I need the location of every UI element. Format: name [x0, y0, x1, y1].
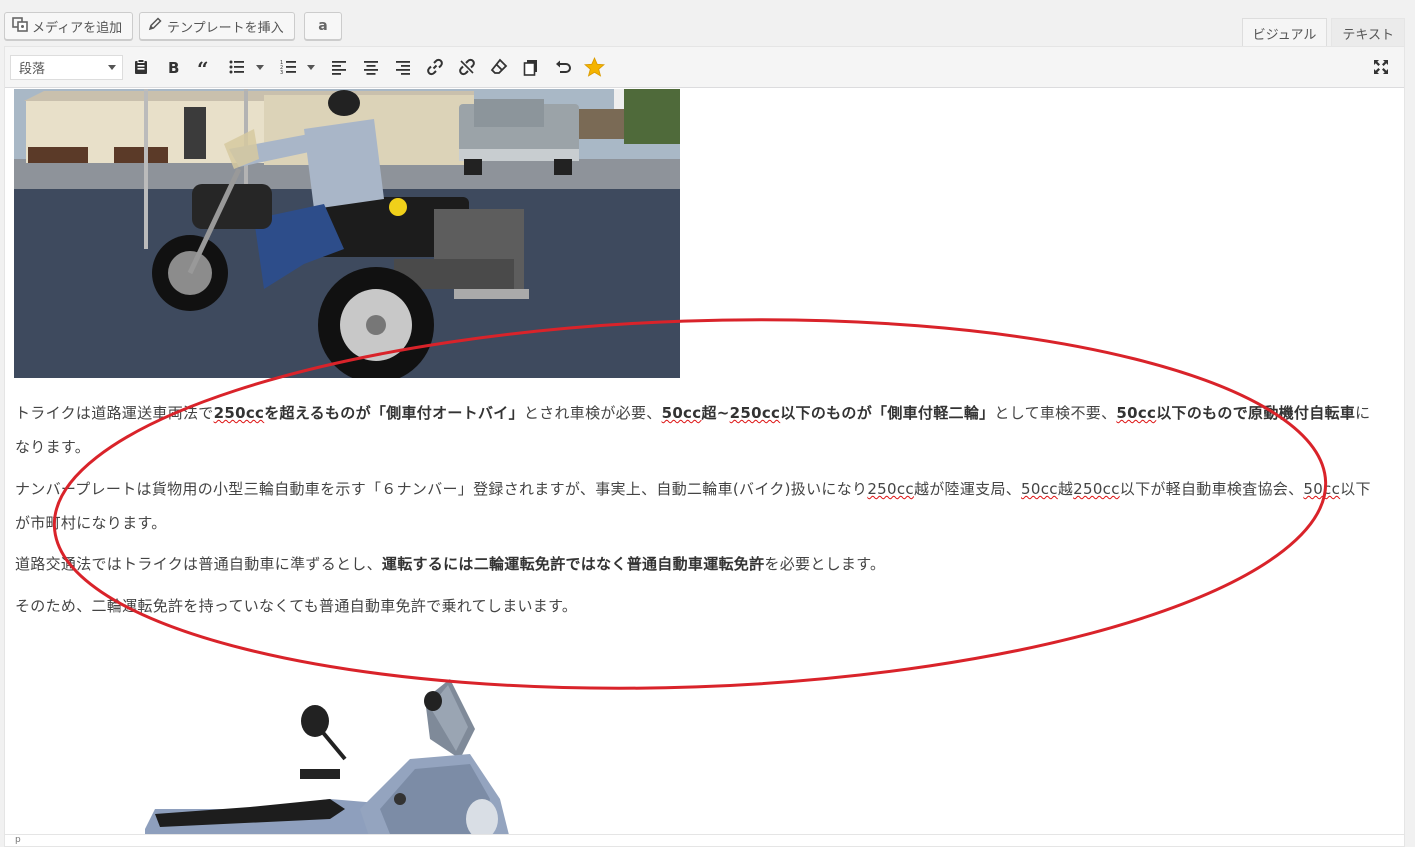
editor-tabs: ビジュアル テキスト — [1241, 18, 1405, 47]
p3-text-1: 道路交通法ではトライクは普通自動車に準ずるとし、 — [15, 555, 382, 573]
p1-bold-5: 250cc — [729, 404, 781, 422]
align-left-icon[interactable] — [329, 57, 349, 77]
p2-spell-2: 50cc — [1021, 480, 1058, 498]
editor-toolbar: 段落 B “ 123 — [5, 47, 1404, 88]
star-icon[interactable] — [583, 56, 605, 78]
scooter-photo — [130, 659, 530, 835]
numbered-list-dropdown-icon[interactable] — [307, 65, 315, 70]
editor-frame: 段落 B “ 123 トライクは道路運送車両法で250ccを超えるものが「側車付… — [4, 46, 1405, 847]
p3-text-2: を必要とします。 — [764, 555, 886, 573]
insert-template-button[interactable]: テンプレートを挿入 — [139, 12, 295, 40]
p2-spell-1: 250cc — [867, 480, 914, 498]
p2-text-3: 越 — [1057, 480, 1074, 498]
fullscreen-icon[interactable] — [1371, 57, 1391, 77]
paragraph-3[interactable]: 道路交通法ではトライクは普通自動車に準ずるとし、運転するには二輪運転免許ではなく… — [15, 547, 1385, 581]
numbered-list-icon[interactable]: 123 — [279, 57, 299, 77]
paragraph-4[interactable]: そのため、二輪運転免許を持っていなくても普通自動車免許で乗れてしまいます。 — [15, 589, 1385, 623]
p3-bold-1: 運転するには二輪運転免許ではなく普通自動車運転免許 — [381, 555, 765, 573]
p2-text-4: 以下が軽自動車検査協会、 — [1119, 480, 1304, 498]
bullet-list-dropdown-icon[interactable] — [256, 65, 264, 70]
svg-text:3: 3 — [280, 70, 283, 76]
p1-text-3: として車検不要、 — [994, 404, 1117, 422]
bold-icon[interactable]: B — [163, 57, 183, 77]
eraser-icon[interactable] — [489, 57, 509, 77]
format-select-value: 段落 — [19, 62, 46, 77]
svg-text:B: B — [168, 59, 179, 76]
format-select[interactable]: 段落 — [10, 55, 123, 80]
paste-icon[interactable] — [131, 57, 151, 77]
align-right-icon[interactable] — [393, 57, 413, 77]
amazon-button[interactable]: a — [304, 12, 342, 40]
tab-visual[interactable]: ビジュアル — [1241, 18, 1328, 47]
trike-photo — [14, 89, 680, 378]
p1-bold-1: 250cc — [213, 404, 265, 422]
editor-statusbar: p — [5, 834, 1404, 846]
p1-bold-3: 50cc — [661, 404, 702, 422]
p1-text-1: トライクは道路運送車両法で — [15, 404, 214, 422]
media-icon — [12, 16, 28, 36]
svg-text:“: “ — [197, 58, 209, 76]
p2-spell-3: 250cc — [1073, 480, 1120, 498]
p1-text-2: とされ車検が必要、 — [523, 404, 662, 422]
p1-bold-8: 以下のもので原動機付自転車 — [1156, 404, 1356, 422]
chevron-down-icon — [108, 65, 116, 70]
unlink-icon[interactable] — [457, 57, 477, 77]
p2-text-1: ナンバープレートは貨物用の小型三輪自動車を示す「６ナンバー」登録されますが、事実… — [15, 480, 868, 498]
insert-template-label: テンプレートを挿入 — [167, 20, 284, 36]
add-media-label: メディアを追加 — [32, 20, 123, 36]
paragraph-2[interactable]: ナンバープレートは貨物用の小型三輪自動車を示す「６ナンバー」登録されますが、事実… — [15, 472, 1385, 540]
p2-spell-4: 50cc — [1303, 480, 1341, 498]
media-buttons-row: メディアを追加 テンプレートを挿入 a ビジュアル テキスト — [0, 0, 1415, 47]
link-icon[interactable] — [425, 57, 445, 77]
blockquote-icon[interactable]: “ — [195, 57, 215, 77]
paragraph-1[interactable]: トライクは道路運送車両法で250ccを超えるものが「側車付オートバイ」とされ車検… — [15, 396, 1385, 464]
align-center-icon[interactable] — [361, 57, 381, 77]
bullet-list-icon[interactable] — [227, 57, 247, 77]
editor-content[interactable]: トライクは道路運送車両法で250ccを超えるものが「側車付オートバイ」とされ車検… — [5, 89, 1404, 835]
copy-icon[interactable] — [521, 57, 541, 77]
p2-text-2: 越が陸運支局、 — [913, 480, 1022, 498]
p1-bold-6: 以下のものが「側車付軽二輪」 — [780, 404, 995, 422]
amazon-icon: a — [318, 18, 328, 34]
pencil-icon — [147, 16, 163, 36]
p1-bold-7: 50cc — [1116, 404, 1157, 422]
undo-icon[interactable] — [553, 57, 573, 77]
tab-text[interactable]: テキスト — [1331, 18, 1405, 47]
add-media-button[interactable]: メディアを追加 — [4, 12, 133, 40]
p1-bold-2: を超えるものが「側車付オートバイ」 — [264, 404, 524, 422]
p1-bold-4: 超~ — [701, 404, 730, 422]
